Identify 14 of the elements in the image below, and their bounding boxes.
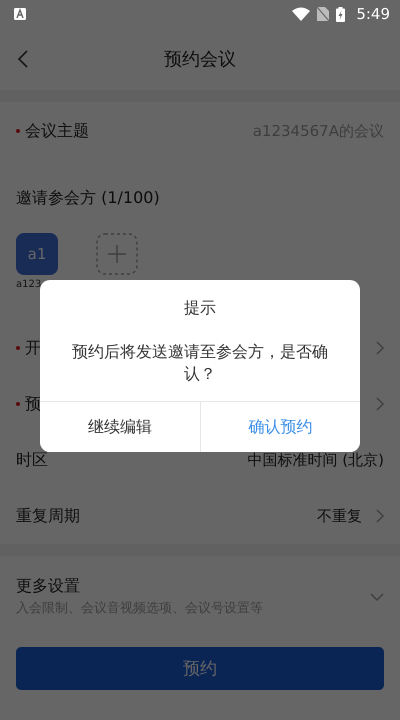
clock-time: 5:49 <box>356 5 390 23</box>
row-label: 预 <box>25 394 41 414</box>
participant-name: a123 <box>16 279 42 290</box>
dialog-title: 提示 <box>184 298 216 319</box>
row-value: 不重复 <box>317 506 362 526</box>
invite-title: 邀请参会方 (1/100) <box>16 188 161 209</box>
dialog-message: 预约后将发送邀请至参会方，是否确认？ <box>71 341 329 385</box>
row-label: 重复周期 <box>16 506 80 526</box>
row-label: 开 <box>25 338 41 358</box>
row-label: 时区 <box>16 450 48 470</box>
row-value: 中国标准时间 (北京) <box>248 450 384 470</box>
row-label: 会议主题 <box>25 120 89 142</box>
page-title: 预约会议 <box>164 48 236 71</box>
more-settings-title: 更多设置 <box>16 576 81 597</box>
